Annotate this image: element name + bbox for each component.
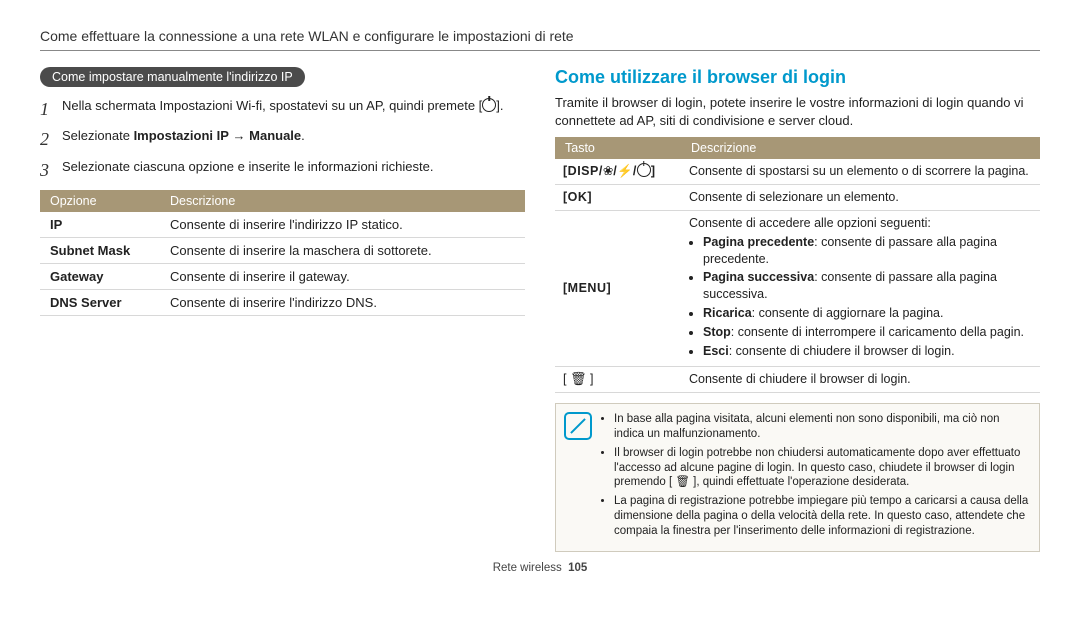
section-pill: Come impostare manualmente l'indirizzo I…: [40, 67, 305, 87]
key-menu: [MENU]: [563, 281, 611, 295]
note-icon: [564, 412, 592, 440]
menu-intro: Consente di accedere alle opzioni seguen…: [689, 215, 1032, 232]
col-header-key: Tasto: [555, 137, 681, 159]
left-column: Come impostare manualmente l'indirizzo I…: [40, 67, 525, 552]
opt-text: : consente di aggiornare la pagina.: [752, 306, 944, 320]
col-header-description: Descrizione: [681, 137, 1040, 159]
menu-options-list: Pagina precedente: consente di passare a…: [689, 234, 1032, 360]
table-row: [ 🗑 ] Consente di chiudere il browser di…: [555, 366, 1040, 392]
opt-desc: Consente di inserire la maschera di sott…: [160, 237, 525, 263]
col-header-description: Descrizione: [160, 190, 525, 212]
table-header-row: Tasto Descrizione: [555, 137, 1040, 159]
opt-name: Stop: [703, 325, 731, 339]
key-desc: Consente di selezionare un elemento.: [681, 184, 1040, 210]
table-row: DNS ServerConsente di inserire l'indiriz…: [40, 289, 525, 315]
table-row: [OK] Consente di selezionare un elemento…: [555, 184, 1040, 210]
opt-key: DNS Server: [40, 289, 160, 315]
list-item: Pagina precedente: consente di passare a…: [703, 234, 1032, 268]
footer-section: Rete wireless: [493, 562, 562, 574]
self-timer-icon: [637, 163, 651, 177]
step-text-end: ].: [496, 98, 503, 113]
section-intro: Tramite il browser di login, potete inse…: [555, 94, 1040, 129]
step-3: 3 Selezionate ciascuna opzione e inserit…: [40, 158, 525, 182]
opt-desc: Consente di inserire l'indirizzo IP stat…: [160, 212, 525, 238]
table-row: GatewayConsente di inserire il gateway.: [40, 263, 525, 289]
opt-name: Pagina successiva: [703, 270, 814, 284]
key-cell: [OK]: [555, 184, 681, 210]
key-desc: Consente di accedere alle opzioni seguen…: [681, 210, 1040, 366]
list-item: Stop: consente di interrompere il carica…: [703, 324, 1032, 341]
key-desc: Consente di chiudere il browser di login…: [681, 366, 1040, 392]
trash-icon: 🗑: [570, 372, 587, 385]
list-item: Esci: consente di chiudere il browser di…: [703, 343, 1032, 360]
table-row: [DISP/❀/⚡/] Consente di spostarsi su un …: [555, 159, 1040, 184]
list-item: La pagina di registrazione potrebbe impi…: [614, 494, 1029, 539]
self-timer-icon: [482, 98, 496, 112]
list-item: Ricarica: consente di aggiornare la pagi…: [703, 305, 1032, 322]
step-bold: Manuale: [249, 128, 301, 143]
two-column-layout: Come impostare manualmente l'indirizzo I…: [40, 67, 1040, 552]
key-cell: [MENU]: [555, 210, 681, 366]
opt-name: Pagina precedente: [703, 235, 814, 249]
step-text: Selezionate: [62, 128, 134, 143]
table-header-row: Opzione Descrizione: [40, 190, 525, 212]
table-row: IPConsente di inserire l'indirizzo IP st…: [40, 212, 525, 238]
list-item: Il browser di login potrebbe non chiuder…: [614, 446, 1029, 491]
bracket-close: ]: [651, 164, 656, 178]
section-heading: Come utilizzare il browser di login: [555, 67, 1040, 88]
opt-text: : consente di chiudere il browser di log…: [729, 344, 955, 358]
page-number: 105: [568, 562, 587, 574]
page-footer: Rete wireless 105: [40, 562, 1040, 574]
step-2: 2 Selezionate Impostazioni IP → Manuale.: [40, 127, 525, 151]
key-cell: [DISP/❀/⚡/]: [555, 159, 681, 184]
step-bold: Impostazioni IP: [134, 128, 229, 143]
macro-icon: ❀: [603, 164, 613, 178]
list-item: In base alla pagina visitata, alcuni ele…: [614, 412, 1029, 442]
ip-options-table: Opzione Descrizione IPConsente di inseri…: [40, 190, 525, 316]
chapter-header: Come effettuare la connessione a una ret…: [40, 28, 1040, 51]
keys-table: Tasto Descrizione [DISP/❀/⚡/] Consente d…: [555, 137, 1040, 393]
step-number: 2: [40, 127, 62, 151]
opt-desc: Consente di inserire l'indirizzo DNS.: [160, 289, 525, 315]
step-number: 3: [40, 158, 62, 182]
opt-text: : consente di interrompere il caricament…: [731, 325, 1024, 339]
opt-key: Subnet Mask: [40, 237, 160, 263]
key-ok: [OK]: [563, 190, 592, 204]
step-1: 1 Nella schermata Impostazioni Wi-fi, sp…: [40, 97, 525, 121]
right-column: Come utilizzare il browser di login Tram…: [555, 67, 1040, 552]
list-item: Pagina successiva: consente di passare a…: [703, 269, 1032, 303]
step-text-end: .: [301, 128, 305, 143]
opt-name: Esci: [703, 344, 729, 358]
key-cell: [ 🗑 ]: [555, 366, 681, 392]
info-note-box: In base alla pagina visitata, alcuni ele…: [555, 403, 1040, 553]
step-text: Nella schermata Impostazioni Wi-fi, spos…: [62, 98, 482, 113]
opt-desc: Consente di inserire il gateway.: [160, 263, 525, 289]
step-body: Selezionate Impostazioni IP → Manuale.: [62, 127, 525, 151]
table-row: [MENU] Consente di accedere alle opzioni…: [555, 210, 1040, 366]
step-arrow: →: [229, 128, 249, 143]
opt-key: IP: [40, 212, 160, 238]
flash-icon: ⚡: [617, 164, 633, 178]
step-number: 1: [40, 97, 62, 121]
col-header-option: Opzione: [40, 190, 160, 212]
step-body: Selezionate ciascuna opzione e inserite …: [62, 158, 525, 182]
step-body: Nella schermata Impostazioni Wi-fi, spos…: [62, 97, 525, 121]
opt-key: Gateway: [40, 263, 160, 289]
key-desc: Consente di spostarsi su un elemento o d…: [681, 159, 1040, 184]
key-disp: [DISP/: [563, 164, 603, 178]
opt-name: Ricarica: [703, 306, 752, 320]
note-list: In base alla pagina visitata, alcuni ele…: [600, 412, 1029, 540]
table-row: Subnet MaskConsente di inserire la masch…: [40, 237, 525, 263]
